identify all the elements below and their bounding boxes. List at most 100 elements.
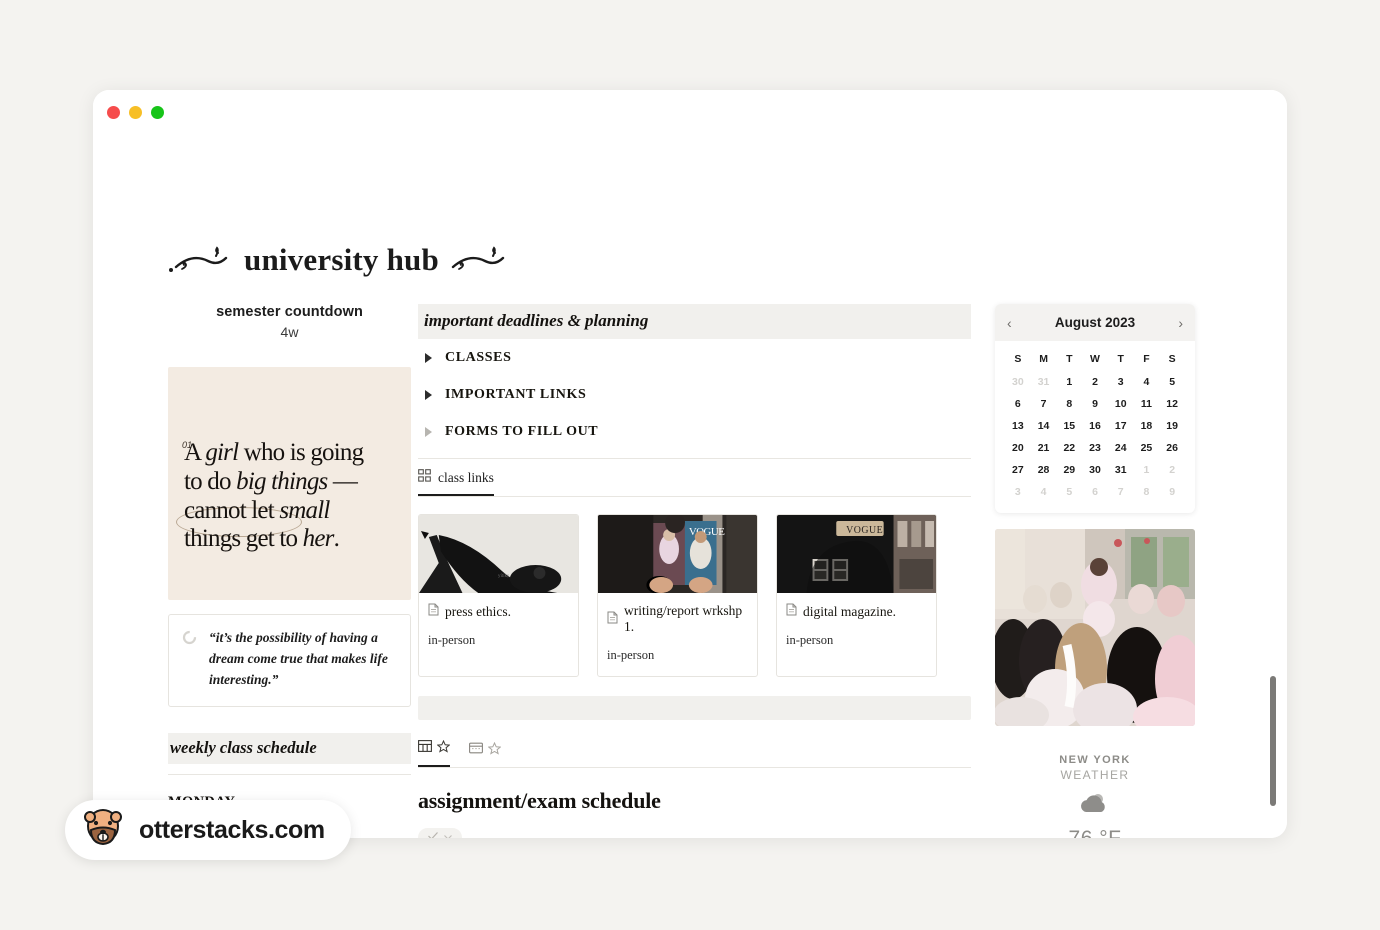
- calendar-day[interactable]: 1: [1134, 459, 1160, 481]
- filter-pill-button[interactable]: [418, 828, 462, 838]
- card-body: digital magazine. in-person: [777, 593, 936, 661]
- calendar-day[interactable]: 3: [1108, 371, 1134, 393]
- calendar-day[interactable]: 25: [1134, 437, 1160, 459]
- card-writing-workshop[interactable]: VOGUE writing/report wrkshp 1. in-person: [597, 514, 758, 677]
- calendar-day[interactable]: 9: [1082, 393, 1108, 415]
- close-window-button[interactable]: [107, 106, 120, 119]
- calendar-day[interactable]: 5: [1056, 481, 1082, 503]
- calendar-day[interactable]: 4: [1134, 371, 1160, 393]
- calendar-day[interactable]: 1: [1056, 371, 1082, 393]
- legs-heels-photo: yítíkṣ: [419, 515, 578, 593]
- calendar-day[interactable]: 22: [1056, 437, 1082, 459]
- calendar-day[interactable]: 2: [1159, 459, 1185, 481]
- database-view-tabs: [418, 739, 971, 767]
- calendar-day[interactable]: 2: [1082, 371, 1108, 393]
- chevron-right-icon[interactable]: [425, 390, 432, 400]
- calendar-day[interactable]: 13: [1005, 415, 1031, 437]
- calendar-day[interactable]: 18: [1134, 415, 1160, 437]
- watermark-badge[interactable]: otterstacks.com: [65, 800, 351, 860]
- quote-l2c: —: [327, 467, 358, 495]
- weather-subtitle: WEATHER: [1060, 768, 1130, 782]
- tab-class-links[interactable]: class links: [418, 469, 494, 496]
- quote-l1c: who is going: [238, 439, 364, 466]
- calendar-day[interactable]: 10: [1108, 393, 1134, 415]
- notion-page: university hub semester countdown 4w 01 …: [93, 136, 1287, 838]
- calendar-day[interactable]: 7: [1031, 393, 1057, 415]
- gallery-grid-icon: [418, 469, 431, 487]
- card-digital-magazine[interactable]: VOGUE digital magazine. in-person: [776, 514, 937, 677]
- calendar-view-icon: [469, 741, 483, 760]
- calendar-day[interactable]: 8: [1056, 393, 1082, 415]
- countdown-label: semester countdown: [216, 304, 363, 320]
- toggle-important-links[interactable]: IMPORTANT LINKS: [418, 376, 971, 413]
- page-title: university hub: [244, 242, 439, 277]
- star-icon: [487, 741, 502, 760]
- quote-l1a: A: [184, 439, 206, 466]
- card-subtitle: in-person: [786, 633, 834, 647]
- card-title-row: press ethics.: [428, 603, 569, 620]
- calendar-day[interactable]: 31: [1108, 459, 1134, 481]
- calendar-grid: S M T W T F S 30 31 1 2 3 4 5 6 7 8 9 10…: [995, 341, 1195, 513]
- view-tabs-underline: [418, 767, 971, 768]
- card-subtitle: in-person: [428, 633, 476, 647]
- toggle-classes[interactable]: CLASSES: [418, 339, 971, 376]
- calendar-day[interactable]: 19: [1159, 415, 1185, 437]
- calendar-day[interactable]: 29: [1056, 459, 1082, 481]
- calendar-day[interactable]: 20: [1005, 437, 1031, 459]
- minimize-window-button[interactable]: [129, 106, 142, 119]
- card-title-row: digital magazine.: [786, 603, 927, 620]
- calendar-day[interactable]: 15: [1056, 415, 1082, 437]
- calendar-day[interactable]: 17: [1108, 415, 1134, 437]
- calendar-day[interactable]: 30: [1082, 459, 1108, 481]
- tab-table-view[interactable]: [418, 739, 451, 767]
- fashion-show-crowd-photo: [995, 529, 1195, 726]
- chevron-right-icon[interactable]: [425, 353, 432, 363]
- calendar-day[interactable]: 11: [1134, 393, 1160, 415]
- card-title: writing/report wrkshp 1.: [624, 603, 743, 634]
- page-scrollbar[interactable]: [1270, 676, 1276, 806]
- calendar-day[interactable]: 3: [1005, 481, 1031, 503]
- calendar-day[interactable]: 24: [1108, 437, 1134, 459]
- toggle-forms[interactable]: FORMS TO FILL OUT: [418, 413, 971, 450]
- quote-image-block: 01 A girl who is going to do big things …: [168, 367, 411, 600]
- maximize-window-button[interactable]: [151, 106, 164, 119]
- calendar-day[interactable]: 6: [1005, 393, 1031, 415]
- calendar-next-button[interactable]: ›: [1178, 316, 1183, 330]
- document-icon: [428, 603, 439, 620]
- schedule-divider: [168, 773, 411, 775]
- window-titlebar: [93, 90, 1287, 136]
- calendar-day[interactable]: 5: [1159, 371, 1185, 393]
- calendar-day[interactable]: 28: [1031, 459, 1057, 481]
- traffic-lights: [107, 106, 164, 119]
- calendar-day[interactable]: 21: [1031, 437, 1057, 459]
- calendar-day[interactable]: 4: [1031, 481, 1057, 503]
- calendar-header: ‹ August 2023 ›: [995, 304, 1195, 341]
- weather-city: NEW YORK: [1059, 754, 1131, 766]
- calendar-day[interactable]: 8: [1134, 481, 1160, 503]
- chevron-right-icon[interactable]: [425, 427, 432, 437]
- calendar-day[interactable]: 23: [1082, 437, 1108, 459]
- calendar-day[interactable]: 9: [1159, 481, 1185, 503]
- cloudy-icon: [995, 791, 1195, 820]
- class-links-cards: yítíkṣ press ethics. in-person VOGUE wri…: [418, 514, 971, 677]
- calendar-day[interactable]: 14: [1031, 415, 1057, 437]
- weather-temperature: 76 °F: [995, 827, 1195, 838]
- calendar-day[interactable]: 6: [1082, 481, 1108, 503]
- card-press-ethics[interactable]: yítíkṣ press ethics. in-person: [418, 514, 579, 677]
- table-view-icon: [418, 739, 432, 758]
- calendar-dow: T: [1066, 353, 1073, 365]
- calendar-day[interactable]: 27: [1005, 459, 1031, 481]
- calendar-day[interactable]: 16: [1082, 415, 1108, 437]
- calendar-day[interactable]: 7: [1108, 481, 1134, 503]
- calendar-day[interactable]: 30: [1005, 371, 1031, 393]
- calendar-day[interactable]: 12: [1159, 393, 1185, 415]
- document-icon: [786, 603, 797, 620]
- weekly-schedule-banner: weekly class schedule: [168, 732, 411, 764]
- calendar-prev-button[interactable]: ‹: [1007, 316, 1012, 330]
- card-subtitle: in-person: [607, 648, 655, 662]
- check-icon: [427, 829, 439, 838]
- calendar-day[interactable]: 26: [1159, 437, 1185, 459]
- otter-logo-icon: [81, 806, 125, 855]
- tab-calendar-view[interactable]: [469, 741, 502, 767]
- calendar-day[interactable]: 31: [1031, 371, 1057, 393]
